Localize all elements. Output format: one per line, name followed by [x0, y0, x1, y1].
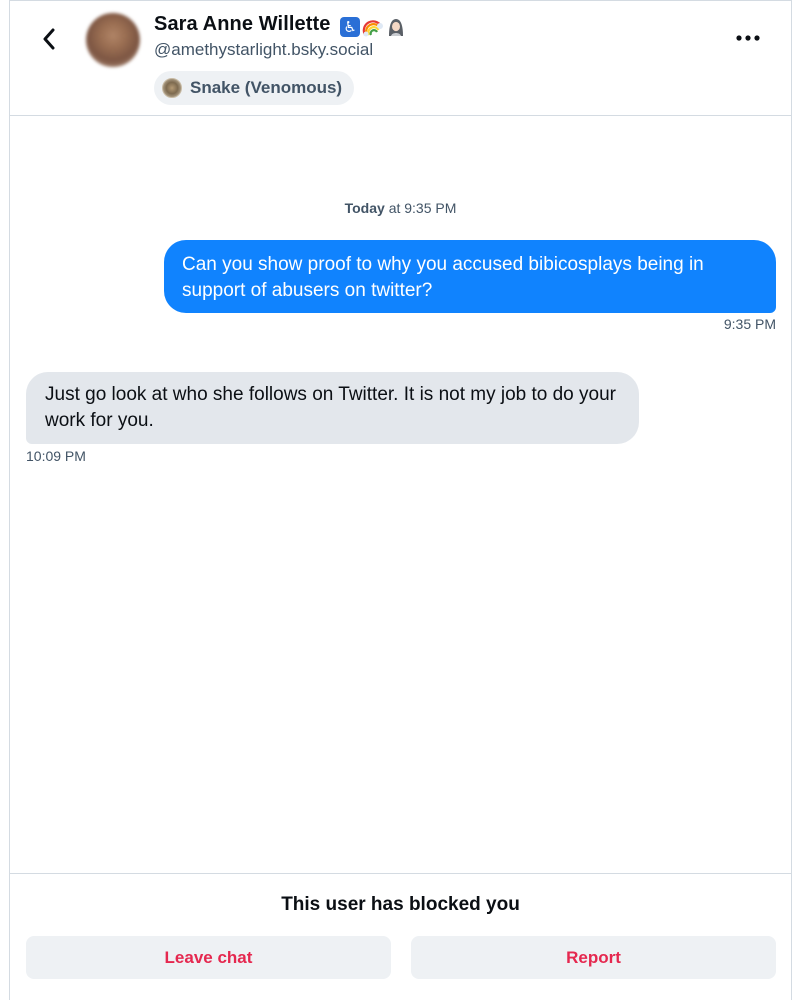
- sent-message-text: Can you show proof to why you accused bi…: [182, 254, 704, 301]
- leave-chat-button[interactable]: Leave chat: [26, 936, 391, 979]
- date-header: Today at 9:35 PM: [10, 200, 791, 216]
- back-button[interactable]: [34, 22, 64, 56]
- moderation-label-pill[interactable]: Snake (Venomous): [154, 71, 355, 105]
- received-message-time: 10:09 PM: [26, 448, 86, 464]
- user-handle[interactable]: @amethystarlight.bsky.social: [154, 40, 373, 60]
- rainbow-icon: [362, 20, 384, 37]
- user-display-name-row[interactable]: Sara Anne Willette ♿: [154, 13, 406, 37]
- user-display-name: Sara Anne Willette: [154, 13, 331, 35]
- chat-screen: Sara Anne Willette ♿ @amethystarlight.bs…: [9, 0, 792, 1000]
- name-emojis: ♿: [340, 17, 406, 37]
- sent-message-time: 9:35 PM: [723, 316, 776, 332]
- more-horizontal-icon: [736, 35, 760, 41]
- received-message-text: Just go look at who she follows on Twitt…: [45, 384, 616, 431]
- report-button[interactable]: Report: [411, 936, 776, 979]
- blocked-footer: This user has blocked you Leave chat Rep…: [10, 873, 791, 1000]
- person-headscarf-icon: [389, 19, 404, 36]
- chevron-left-icon: [43, 28, 55, 50]
- sent-message-bubble[interactable]: Can you show proof to why you accused bi…: [164, 240, 776, 313]
- avatar[interactable]: [86, 13, 140, 67]
- wheelchair-icon: ♿: [340, 17, 361, 37]
- moderation-label-text: Snake (Venomous): [190, 78, 343, 97]
- received-message-bubble[interactable]: Just go look at who she follows on Twitt…: [26, 372, 639, 444]
- more-options-button[interactable]: [733, 28, 763, 48]
- date-header-time: at 9:35 PM: [388, 200, 457, 216]
- date-header-day: Today: [344, 200, 385, 216]
- chat-header: Sara Anne Willette ♿ @amethystarlight.bs…: [10, 0, 791, 116]
- label-badge-icon: [162, 78, 182, 98]
- blocked-message: This user has blocked you: [281, 894, 520, 915]
